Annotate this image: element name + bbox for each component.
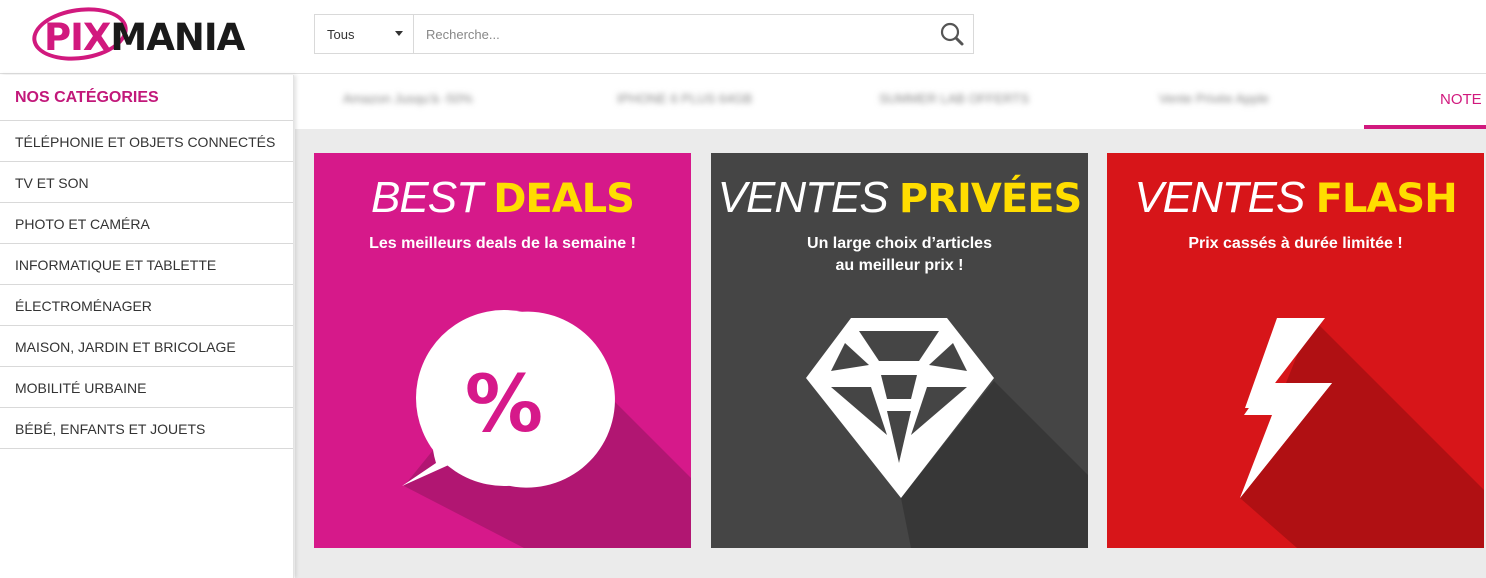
best-deals-title: BEST DEALS: [371, 173, 635, 222]
caret-down-icon: [395, 31, 403, 36]
promo-tabs: Amazon Jusqu'à -50% IPHONE 6 PLUS 64GB S…: [295, 75, 1486, 129]
search-button[interactable]: [939, 21, 967, 47]
tab-apple[interactable]: Vente Privée Apple: [1159, 91, 1269, 106]
sidebar-item-mobilite[interactable]: MOBILITÉ URBAINE: [0, 367, 293, 408]
sidebar-item-tv-son[interactable]: TV ET SON: [0, 162, 293, 203]
tab-summer[interactable]: SUMMER LAB OFFERTS: [879, 91, 1029, 106]
search-icon: [940, 22, 964, 46]
best-deals-subtitle: Les meilleurs deals de la semaine !: [369, 235, 636, 252]
best-deals-card[interactable]: % BEST DEALS Les meilleurs deals de la s…: [314, 153, 691, 548]
ventes-flash-subtitle: Prix cassés à durée limitée !: [1188, 235, 1403, 252]
logo-pix: PIX: [44, 16, 111, 59]
tab-note-label: NOTE: [1440, 91, 1482, 108]
search-bar: Tous: [314, 14, 974, 54]
ventes-privees-title: VENTES PRIVÉES: [717, 173, 1083, 222]
ventes-privees-card[interactable]: VENTES PRIVÉES Un large choix d’articles…: [711, 153, 1088, 548]
search-category-label: Tous: [327, 27, 355, 42]
main-content: Amazon Jusqu'à -50% IPHONE 6 PLUS 64GB S…: [295, 75, 1486, 578]
svg-text:%: %: [465, 360, 543, 450]
ventes-privees-subtitle: Un large choix d’articles au meilleur pr…: [807, 235, 992, 274]
sidebar-item-telephonie[interactable]: TÉLÉPHONIE ET OBJETS CONNECTÉS: [0, 121, 293, 162]
pixmania-logo[interactable]: PIXMANIA: [28, 1, 260, 67]
sidebar-item-bebe[interactable]: BÉBÉ, ENFANTS ET JOUETS: [0, 408, 293, 449]
search-input[interactable]: [415, 15, 935, 53]
ventes-flash-title: VENTES FLASH: [1134, 173, 1457, 222]
header: PIXMANIA Tous: [0, 0, 1486, 74]
logo-mania: MANIA: [110, 16, 245, 59]
sidebar-item-informatique[interactable]: INFORMATIQUE ET TABLETTE: [0, 244, 293, 285]
search-category-select[interactable]: Tous: [315, 15, 414, 53]
sidebar-item-photo-camera[interactable]: PHOTO ET CAMÉRA: [0, 203, 293, 244]
sidebar-title: NOS CATÉGORIES: [0, 75, 293, 121]
sidebar-item-maison[interactable]: MAISON, JARDIN ET BRICOLAGE: [0, 326, 293, 367]
tab-iphone[interactable]: IPHONE 6 PLUS 64GB: [617, 91, 752, 106]
tab-amazon[interactable]: Amazon Jusqu'à -50%: [343, 91, 473, 106]
logo-text: PIXMANIA: [44, 16, 245, 59]
tab-note[interactable]: NOTE: [1364, 75, 1486, 129]
sidebar-item-electromenager[interactable]: ÉLECTROMÉNAGER: [0, 285, 293, 326]
ventes-flash-card[interactable]: VENTES FLASH Prix cassés à durée limitée…: [1107, 153, 1484, 548]
category-sidebar: NOS CATÉGORIES TÉLÉPHONIE ET OBJETS CONN…: [0, 75, 294, 578]
